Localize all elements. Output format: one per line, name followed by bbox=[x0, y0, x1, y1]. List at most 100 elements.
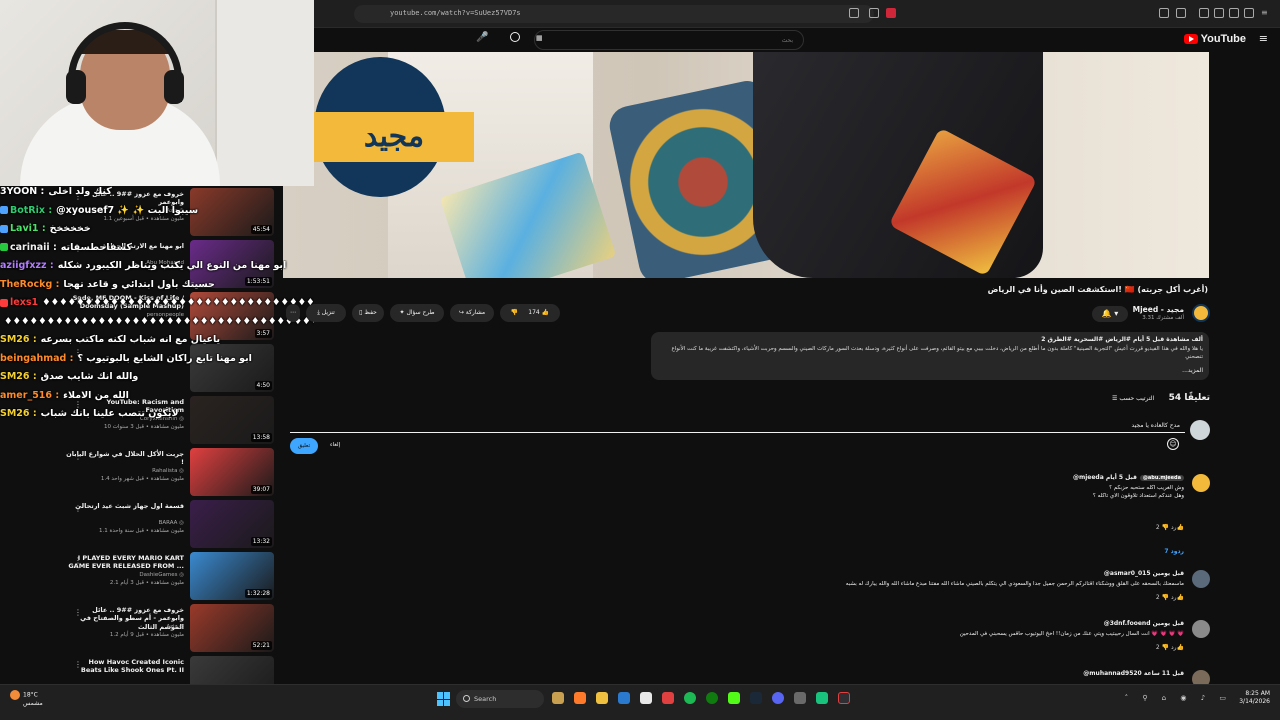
notepad-icon[interactable] bbox=[640, 692, 652, 704]
comment-author[interactable]: @muhannad9520 قبل 11 ساعة bbox=[1083, 670, 1184, 677]
youtube-logo[interactable]: YouTube bbox=[1183, 33, 1246, 45]
comment-submit-button[interactable]: تعليق bbox=[290, 438, 318, 454]
sidebar-icon[interactable] bbox=[1176, 8, 1186, 18]
channel-name[interactable]: Mjeed - مجيد bbox=[1133, 305, 1184, 314]
sort-button[interactable]: ☰ الترتيب حسب bbox=[1112, 395, 1154, 402]
video-title[interactable]: I PLAYED EVERY MARIO KART GAME EVER RELE… bbox=[66, 554, 184, 571]
more-vert-icon[interactable]: ⋮ bbox=[74, 556, 82, 565]
comment-author[interactable]: @asmar0_015 قبل يومين bbox=[1104, 570, 1184, 577]
steam-icon[interactable] bbox=[750, 692, 762, 704]
like-icon[interactable]: 👍 bbox=[1177, 524, 1184, 531]
search-icon bbox=[463, 695, 470, 702]
recommended-video[interactable]: 52:21 خروف مع عزوز ##9 .. عائل وابوعمر - … bbox=[66, 602, 296, 654]
avatar[interactable] bbox=[1192, 620, 1210, 638]
view-replies-button[interactable]: 7 ردود bbox=[1164, 548, 1184, 555]
profile-icon[interactable] bbox=[1244, 8, 1254, 18]
discord-icon[interactable] bbox=[772, 692, 784, 704]
chat-message: SM26 : لايكون تتصب علينا بانك شباب bbox=[0, 408, 314, 427]
description-more-link[interactable]: ...المزيد bbox=[657, 367, 1203, 374]
avatar[interactable] bbox=[1192, 474, 1210, 492]
channel-watermark: مجيد bbox=[314, 57, 474, 197]
chat-username: SM26 : bbox=[0, 371, 37, 382]
taskbar-search[interactable]: Search bbox=[456, 690, 544, 708]
share-button[interactable]: ↪ مشاركة bbox=[450, 304, 494, 322]
pip-icon[interactable] bbox=[849, 8, 859, 18]
file-explorer-icon[interactable] bbox=[596, 692, 608, 704]
like-icon[interactable]: 👍 bbox=[1177, 644, 1184, 651]
bookmarks-icon[interactable] bbox=[1199, 8, 1209, 18]
clock-date: 3/14/2026 bbox=[1239, 698, 1270, 706]
description-box[interactable]: 2 ألف مشاهدة قبل 5 أيام #الرياض #السحرية… bbox=[651, 332, 1209, 380]
clock[interactable]: 8:25 AM 3/14/2026 bbox=[1239, 690, 1270, 707]
chat-text: @xyousef7 ✨ ✨ سيبوا البت bbox=[56, 204, 199, 216]
recommended-video[interactable]: 1:32:28 I PLAYED EVERY MARIO KART GAME EV… bbox=[66, 550, 296, 602]
video-thumbnail[interactable]: 39:07 bbox=[190, 448, 274, 496]
app-icon-2[interactable] bbox=[816, 692, 828, 704]
extensions-icon[interactable] bbox=[1159, 8, 1169, 18]
chat-text: ♦♦♦♦♦♦♦♦♦♦♦♦♦♦♦♦♦♦♦♦♦♦♦♦♦♦♦♦♦♦♦♦♦♦♦♦♦♦♦♦ bbox=[42, 297, 314, 308]
video-player[interactable]: مجيد bbox=[283, 52, 1209, 278]
mic-icon[interactable]: 🎤 bbox=[476, 32, 488, 43]
chat-text: كنك ولد اخلى bbox=[48, 186, 112, 197]
emoji-icon[interactable]: ☺ bbox=[1167, 438, 1179, 450]
menu-icon[interactable]: ≡ bbox=[1261, 8, 1271, 18]
brave-shield-icon[interactable] bbox=[886, 8, 896, 18]
sort-icon: ☰ bbox=[1112, 395, 1118, 402]
more-vert-icon[interactable]: ⋮ bbox=[74, 608, 82, 617]
windows-start-icon[interactable] bbox=[437, 692, 451, 706]
comment-author[interactable]: @3dnf.fooend قبل يومين bbox=[1104, 620, 1184, 627]
dislike-icon[interactable]: 👎 bbox=[1160, 644, 1171, 651]
save-button[interactable]: ▯ حفظ bbox=[352, 304, 384, 322]
chat-username: beingahmad : bbox=[0, 352, 74, 364]
video-title[interactable]: How Havoc Created Iconic Beats Like Shoo… bbox=[66, 658, 184, 675]
dislike-icon[interactable]: 👎 bbox=[1160, 524, 1171, 531]
weather-widget[interactable]: 18°C مشمس bbox=[10, 690, 43, 708]
spotify-icon[interactable] bbox=[684, 692, 696, 704]
more-actions-button[interactable]: ⋯ bbox=[286, 304, 300, 322]
brave-icon[interactable] bbox=[574, 692, 586, 704]
settings-icon[interactable] bbox=[794, 692, 806, 704]
video-thumbnail[interactable]: 52:21 bbox=[190, 604, 274, 652]
address-bar[interactable]: youtube.com/watch?v=SuUez57VD7s bbox=[354, 5, 874, 23]
recommended-video[interactable]: 13:32 قسمة اول جهاز شبث عيد ارتحالي BARAA … bbox=[66, 498, 296, 550]
search-icon[interactable] bbox=[510, 32, 520, 42]
chat-badge-icon bbox=[0, 206, 8, 214]
xbox-icon[interactable] bbox=[706, 692, 718, 704]
search-input[interactable]: بحث bbox=[534, 30, 804, 50]
video-title[interactable]: قسمة اول جهاز شبث عيد ارتحالي bbox=[66, 502, 184, 510]
more-vert-icon[interactable]: ⋮ bbox=[74, 452, 82, 461]
add-comment: مدح كالعاده يا مجيد تعليق إلغاء ☺ bbox=[290, 420, 1210, 460]
more-vert-icon[interactable]: ⋮ bbox=[74, 660, 82, 669]
system-tray[interactable]: ˄ ⚲ ⌂ ◉ ♪ ▭ bbox=[1125, 694, 1232, 702]
app-icon[interactable] bbox=[662, 692, 674, 704]
chat-text: ابو مهنا تابع راكان الشايع بالبوتيوب ؟ bbox=[77, 352, 252, 364]
widgets-icon[interactable] bbox=[552, 692, 564, 704]
hamburger-icon[interactable]: ≡ bbox=[1259, 32, 1268, 45]
recommended-video[interactable]: 39:07 جربت الأكل الحلال في شوارع اليابان … bbox=[66, 446, 296, 498]
video-thumbnail[interactable]: 1:32:28 bbox=[190, 552, 274, 600]
kick-icon[interactable] bbox=[728, 692, 740, 704]
wallet-icon[interactable] bbox=[1229, 8, 1239, 18]
download-button[interactable]: ⤓ تنزيل bbox=[306, 304, 346, 322]
share-icon[interactable] bbox=[869, 8, 879, 18]
channel-avatar[interactable] bbox=[1192, 304, 1210, 322]
avatar[interactable] bbox=[1192, 570, 1210, 588]
ask-button[interactable]: ✦ طرح سؤال bbox=[390, 304, 444, 322]
reading-list-icon[interactable] bbox=[1214, 8, 1224, 18]
dislike-icon[interactable]: 👎 bbox=[511, 309, 518, 316]
comment-author[interactable]: @mjeeda قبل 5 أيام @abu.mjeeda bbox=[1073, 474, 1184, 481]
video-thumbnail[interactable]: 13:32 bbox=[190, 500, 274, 548]
obs-icon[interactable] bbox=[838, 692, 850, 704]
comment-cancel-button[interactable]: إلغاء bbox=[330, 442, 340, 448]
screen: youtube.com/watch?v=SuUez57VD7s ≡ 🎤 ▦ بح… bbox=[0, 0, 1280, 720]
dislike-icon[interactable]: 👎 bbox=[1160, 594, 1171, 601]
mail-icon[interactable] bbox=[618, 692, 630, 704]
comment-input[interactable]: مدح كالعاده يا مجيد bbox=[1131, 422, 1180, 429]
subscribed-bell-button[interactable]: 🔔 ▾ bbox=[1092, 306, 1128, 322]
like-icon[interactable]: 👍 bbox=[542, 309, 549, 316]
video-title[interactable]: جربت الأكل الحلال في شوارع اليابان ! bbox=[66, 450, 184, 467]
chat-username: TheRockg : bbox=[0, 278, 60, 290]
more-vert-icon[interactable]: ⋮ bbox=[74, 504, 82, 513]
like-icon[interactable]: 👍 bbox=[1177, 594, 1184, 601]
youtube-play-icon bbox=[1183, 34, 1198, 45]
